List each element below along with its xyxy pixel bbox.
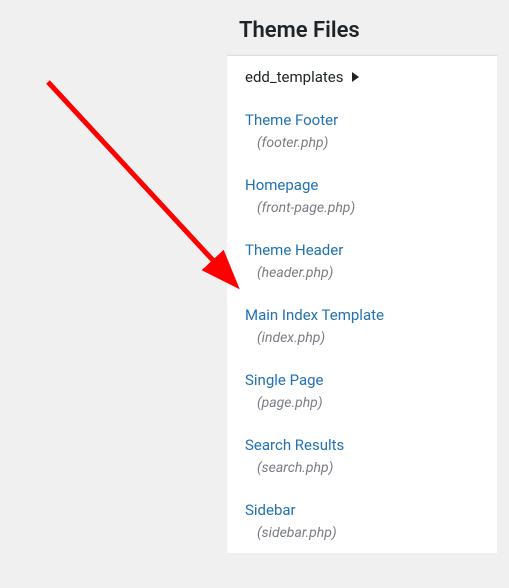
file-filename: (header.php) bbox=[245, 265, 485, 281]
file-filename: (search.php) bbox=[245, 460, 485, 476]
annotation-arrow-icon bbox=[38, 72, 258, 302]
chevron-right-icon bbox=[352, 72, 359, 82]
file-theme-footer[interactable]: Theme Footer (footer.php) bbox=[227, 98, 497, 163]
file-label: Theme Header bbox=[245, 240, 485, 261]
folder-edd-templates[interactable]: edd_templates bbox=[227, 56, 497, 98]
file-search-results[interactable]: Search Results (search.php) bbox=[227, 423, 497, 488]
theme-files-panel: Theme Files edd_templates Theme Footer (… bbox=[227, 10, 497, 553]
file-filename: (front-page.php) bbox=[245, 200, 485, 216]
panel-title: Theme Files bbox=[227, 10, 497, 55]
file-label: Sidebar bbox=[245, 500, 485, 521]
file-filename: (sidebar.php) bbox=[245, 525, 485, 541]
file-list: edd_templates Theme Footer (footer.php) … bbox=[227, 55, 497, 553]
file-single-page[interactable]: Single Page (page.php) bbox=[227, 358, 497, 423]
file-theme-header[interactable]: Theme Header (header.php) bbox=[227, 228, 497, 293]
file-label: Theme Footer bbox=[245, 110, 485, 131]
file-filename: (footer.php) bbox=[245, 135, 485, 151]
file-label: Main Index Template bbox=[245, 305, 485, 326]
file-sidebar[interactable]: Sidebar (sidebar.php) bbox=[227, 488, 497, 553]
file-main-index-template[interactable]: Main Index Template (index.php) bbox=[227, 293, 497, 358]
file-label: Search Results bbox=[245, 435, 485, 456]
file-filename: (page.php) bbox=[245, 395, 485, 411]
file-filename: (index.php) bbox=[245, 330, 485, 346]
folder-label: edd_templates bbox=[245, 68, 344, 86]
file-label: Homepage bbox=[245, 175, 485, 196]
file-label: Single Page bbox=[245, 370, 485, 391]
file-homepage[interactable]: Homepage (front-page.php) bbox=[227, 163, 497, 228]
